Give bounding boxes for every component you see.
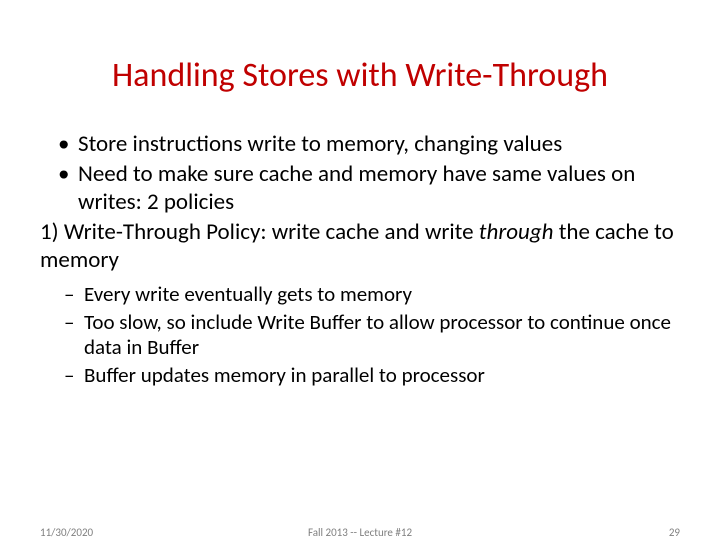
- sub-bullet-item: Buffer updates memory in parallel to pro…: [64, 363, 680, 389]
- bullet-item: Need to make sure cache and memory have …: [58, 160, 680, 216]
- slide-title: Handling Stores with Write-Through: [40, 55, 680, 96]
- sub-bullet-item: Every write eventually gets to memory: [64, 282, 680, 308]
- sub-bullet-list: Every write eventually gets to memory To…: [64, 282, 680, 388]
- bullet-item: Store instructions write to memory, chan…: [58, 130, 680, 158]
- slide: Handling Stores with Write-Through Store…: [0, 0, 720, 540]
- bullet-text: 1) Write-Through Policy: write cache and…: [40, 218, 479, 246]
- footer-center: Fall 2013 -- Lecture #12: [0, 526, 720, 539]
- slide-body: Store instructions write to memory, chan…: [40, 130, 680, 389]
- italic-text: through: [479, 218, 554, 246]
- sub-bullet-item: Too slow, so include Write Buffer to all…: [64, 310, 680, 361]
- bullet-list: Store instructions write to memory, chan…: [58, 130, 680, 389]
- bullet-item: 1) Write-Through Policy: write cache and…: [40, 218, 680, 389]
- footer-page-number: 29: [669, 526, 680, 539]
